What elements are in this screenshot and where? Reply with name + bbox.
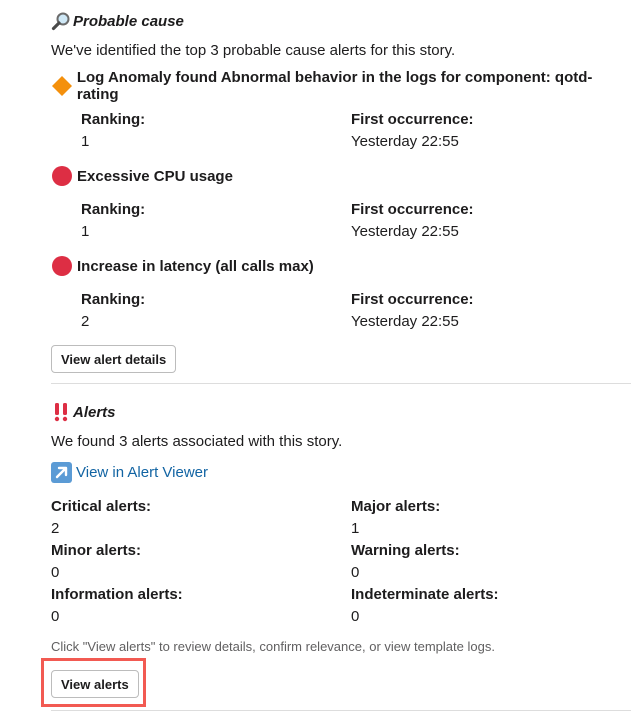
critical-alerts-count: Critical alerts: 2 [51, 497, 151, 539]
count-label: Major alerts: [351, 498, 441, 515]
minor-alerts-count: Minor alerts: 0 [51, 541, 141, 583]
view-alerts-button[interactable]: View alerts [51, 670, 139, 698]
count-value: 1 [351, 520, 360, 537]
count-label: Information alerts: [51, 586, 183, 603]
first-occurrence-value: Yesterday 22:55 [351, 313, 459, 330]
count-value: 0 [351, 608, 360, 625]
ranking-value: 1 [81, 223, 90, 240]
cause-title: Excessive CPU usage [77, 167, 233, 185]
red-circle-icon [51, 165, 77, 187]
count-label: Warning alerts: [351, 542, 460, 559]
probable-cause-header: Probable cause [51, 10, 631, 32]
red-circle-icon [51, 255, 77, 277]
count-value: 2 [51, 520, 60, 537]
ranking-label: Ranking: [81, 111, 146, 128]
cause-item-2: Excessive CPU usage [51, 165, 233, 187]
cause-ranking: Ranking: 1 [81, 110, 145, 152]
major-alerts-count: Major alerts: 1 [351, 497, 440, 539]
arrow-up-right-icon [51, 462, 72, 483]
cause-item-1: Log Anomaly found Abnormal behavior in t… [51, 69, 631, 103]
alerts-title: Alerts [73, 403, 116, 421]
cause-title: Increase in latency (all calls max) [77, 257, 314, 275]
view-alert-details-button[interactable]: View alert details [51, 345, 177, 373]
orange-diamond-icon [51, 75, 77, 97]
section-divider [51, 710, 631, 711]
probable-cause-title: Probable cause [73, 12, 184, 30]
double-exclamation-icon [51, 402, 73, 422]
indeterminate-alerts-count: Indeterminate alerts: 0 [351, 585, 499, 627]
first-occurrence-label: First occurrence: [351, 291, 474, 308]
count-value: 0 [51, 608, 60, 625]
cause-first-occurrence: First occurrence: Yesterday 22:55 [351, 110, 474, 152]
first-occurrence-label: First occurrence: [351, 111, 474, 128]
count-label: Indeterminate alerts: [351, 586, 499, 603]
cause-ranking: Ranking: 2 [81, 290, 145, 332]
ranking-value: 1 [81, 133, 90, 150]
magnifying-glass-icon [51, 11, 73, 31]
cause-ranking: Ranking: 1 [81, 200, 145, 242]
first-occurrence-value: Yesterday 22:55 [351, 133, 459, 150]
view-in-alert-viewer-link[interactable]: View in Alert Viewer [76, 464, 208, 481]
cause-first-occurrence: First occurrence: Yesterday 22:55 [351, 290, 474, 332]
ranking-label: Ranking: [81, 201, 146, 218]
cause-title: Log Anomaly found Abnormal behavior in t… [76, 69, 593, 103]
ranking-label: Ranking: [81, 291, 146, 308]
count-value: 0 [51, 564, 60, 581]
section-divider [51, 383, 631, 384]
first-occurrence-label: First occurrence: [351, 201, 474, 218]
cause-first-occurrence: First occurrence: Yesterday 22:55 [351, 200, 474, 242]
first-occurrence-value: Yesterday 22:55 [351, 223, 459, 240]
alerts-header: Alerts [51, 401, 631, 423]
count-label: Minor alerts: [51, 542, 142, 559]
alerts-hint: Click "View alerts" to review details, c… [51, 639, 495, 654]
alerts-intro: We found 3 alerts associated with this s… [51, 433, 343, 450]
count-value: 0 [351, 564, 360, 581]
count-label: Critical alerts: [51, 498, 152, 515]
ranking-value: 2 [81, 313, 90, 330]
warning-alerts-count: Warning alerts: 0 [351, 541, 460, 583]
alert-viewer-link-row[interactable]: View in Alert Viewer [51, 462, 631, 483]
information-alerts-count: Information alerts: 0 [51, 585, 183, 627]
probable-cause-intro: We've identified the top 3 probable caus… [51, 42, 456, 59]
cause-item-3: Increase in latency (all calls max) [51, 255, 314, 277]
